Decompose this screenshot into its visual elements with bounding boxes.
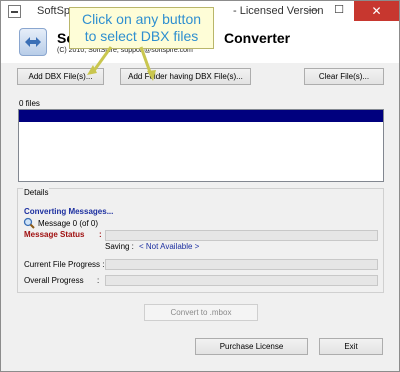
convert-button[interactable]: Convert to .mbox: [144, 304, 258, 321]
callout-arrows-icon: [87, 46, 156, 81]
exit-button[interactable]: Exit: [319, 338, 383, 355]
file-list[interactable]: [18, 109, 384, 182]
message-status-label: Message Status: [24, 230, 85, 239]
saving-value: < Not Available >: [139, 242, 200, 251]
overall-progress-bar: [105, 275, 378, 286]
overall-progress-label: Overall Progress: [24, 276, 84, 285]
app-window: SoftSp - Licensed Version — ☐ ✕ So Conve…: [0, 0, 400, 372]
file-list-header: [19, 110, 383, 122]
details-legend: Details: [23, 188, 50, 197]
purchase-license-button[interactable]: Purchase License: [195, 338, 308, 355]
magnifier-icon: [23, 217, 35, 229]
message-status-colon: :: [99, 230, 102, 239]
clear-files-button[interactable]: Clear File(s)...: [304, 68, 384, 85]
saving-label: Saving :: [105, 242, 134, 251]
app-name-right: Converter: [224, 30, 291, 46]
converting-messages-label: Converting Messages...: [24, 207, 114, 216]
current-file-progress-label: Current File Progress :: [24, 260, 105, 269]
minimize-button[interactable]: —: [302, 1, 324, 21]
bottom-bar: Purchase License Exit: [1, 328, 399, 371]
close-button[interactable]: ✕: [354, 1, 399, 21]
message-status-field: [105, 230, 378, 241]
maximize-button[interactable]: ☐: [328, 1, 350, 21]
message-count: Message 0 (of 0): [38, 219, 99, 228]
current-file-progress-bar: [105, 259, 378, 270]
overall-progress-colon: :: [97, 276, 100, 285]
